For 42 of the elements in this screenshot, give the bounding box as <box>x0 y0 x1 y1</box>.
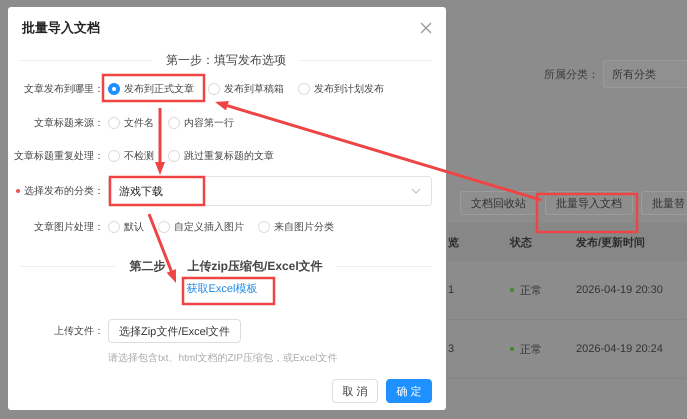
radio-option[interactable]: 默认 <box>104 220 144 234</box>
radio-option[interactable]: 来自图片分类 <box>254 220 334 234</box>
column-header: 览 <box>448 236 460 250</box>
radio-option[interactable]: 发布到正式文章 <box>104 82 194 96</box>
toolbar-button[interactable]: 批量替 <box>641 191 687 215</box>
column-header: 发布/更新时间 <box>576 236 646 250</box>
file-button[interactable]: 选择Zip文件/Excel文件 <box>108 319 242 343</box>
field-label: 文章标题来源： <box>33 116 104 130</box>
radio-option[interactable]: 自定义插入图片 <box>154 220 244 234</box>
table-cell-text: 1 <box>448 284 456 296</box>
arrow <box>155 108 165 175</box>
close-icon[interactable] <box>420 22 432 34</box>
table-cell-text: 2026-04-19 20:30 <box>576 284 664 296</box>
field-label: 文章标题重复处理： <box>13 150 104 163</box>
category-select[interactable]: 游戏下载 <box>108 176 432 206</box>
table-cell-text: 3 <box>448 343 456 355</box>
template-link[interactable]: 获取Excel模板 <box>186 280 258 296</box>
radio-option[interactable]: 发布到草稿箱 <box>204 82 284 96</box>
field-label: 文章图片处理： <box>33 220 104 234</box>
cancel-button[interactable]: 取 消 <box>332 379 378 403</box>
radio-option[interactable]: 文件名 <box>104 116 154 130</box>
step-heading: 第二步 <box>129 258 166 274</box>
field-label: 上传文件： <box>53 324 104 338</box>
status-cell: 正常 <box>510 282 576 298</box>
table-cell-text: 2026-04-19 20:24 <box>576 343 664 355</box>
toolbar-button[interactable]: 文档回收站 <box>460 191 537 215</box>
step-heading: 上传zip压缩包/Excel文件 <box>187 258 323 274</box>
hint-text: 请选择包含txt、html文档的ZIP压缩包，或Excel文件 <box>108 352 338 365</box>
chevron-down-icon <box>411 188 421 194</box>
dialog-title: 批量导入文档 <box>22 19 100 37</box>
status-cell: 正常 <box>510 342 576 356</box>
filter-label: 所属分类： <box>544 68 599 82</box>
field-label: 选择发布的分类： <box>12 184 104 198</box>
field-label: 文章发布到哪里： <box>23 82 104 96</box>
category-select[interactable]: 所有分类 <box>603 60 687 88</box>
radio-option[interactable]: 不检测 <box>104 149 154 163</box>
radio-option[interactable]: 发布到计划发布 <box>294 82 384 96</box>
radio-icon[interactable] <box>108 83 120 95</box>
step-heading: 第一步：填写发布选项 <box>166 52 286 68</box>
column-header: 状态 <box>510 236 533 250</box>
radio-option[interactable]: 跳过重复标题的文章 <box>164 149 274 163</box>
radio-option[interactable]: 内容第一行 <box>164 116 234 130</box>
